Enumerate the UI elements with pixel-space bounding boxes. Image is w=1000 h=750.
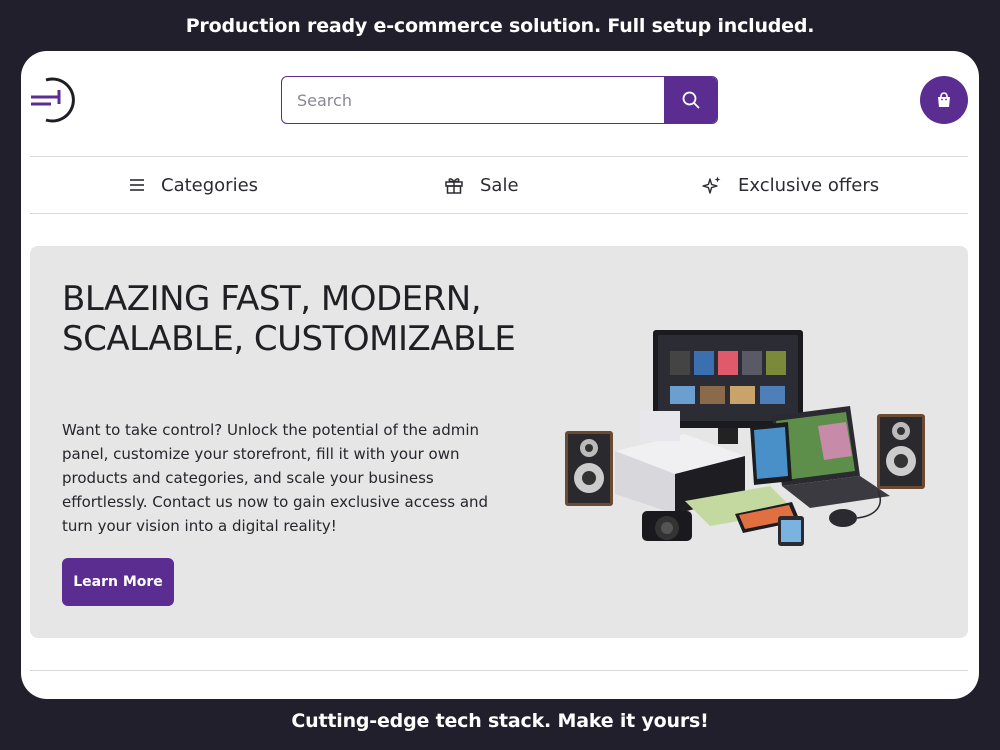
- shopping-bag-icon: [938, 92, 950, 107]
- nav-divider: [30, 213, 968, 214]
- learn-more-button[interactable]: Learn More: [62, 558, 174, 606]
- header-divider: [30, 156, 968, 157]
- nav-sale[interactable]: Sale: [444, 163, 519, 207]
- search-button[interactable]: [664, 77, 717, 123]
- gift-icon: [445, 178, 463, 194]
- nav-categories-label: Categories: [161, 174, 259, 196]
- cart-button[interactable]: [920, 76, 968, 124]
- nav-exclusive-offers[interactable]: Exclusive offers: [702, 163, 879, 207]
- sparkles-icon: [702, 176, 721, 194]
- electronics-product-image: [565, 330, 925, 546]
- brand-logo[interactable]: [29, 75, 79, 125]
- search-input[interactable]: [282, 77, 664, 123]
- nav-sale-label: Sale: [480, 174, 519, 196]
- hero-banner: BLAZING FAST, MODERN, SCALABLE, CUSTOMIZ…: [30, 246, 968, 638]
- search-icon: [682, 91, 699, 109]
- menu-icon: [130, 179, 144, 191]
- search-bar: [281, 76, 718, 124]
- bottom-banner: Cutting-edge tech stack. Make it yours!: [291, 710, 709, 732]
- hero-title: BLAZING FAST, MODERN, SCALABLE, CUSTOMIZ…: [62, 279, 516, 359]
- top-banner: Production ready e-commerce solution. Fu…: [185, 15, 815, 37]
- storefront-window: Categories Sale Exclusive offers BLAZING…: [21, 51, 979, 699]
- nav-categories[interactable]: Categories: [129, 163, 258, 207]
- content-divider: [30, 670, 968, 671]
- nav-exclusive-offers-label: Exclusive offers: [738, 174, 880, 196]
- hero-description: Want to take control? Unlock the potenti…: [62, 421, 489, 535]
